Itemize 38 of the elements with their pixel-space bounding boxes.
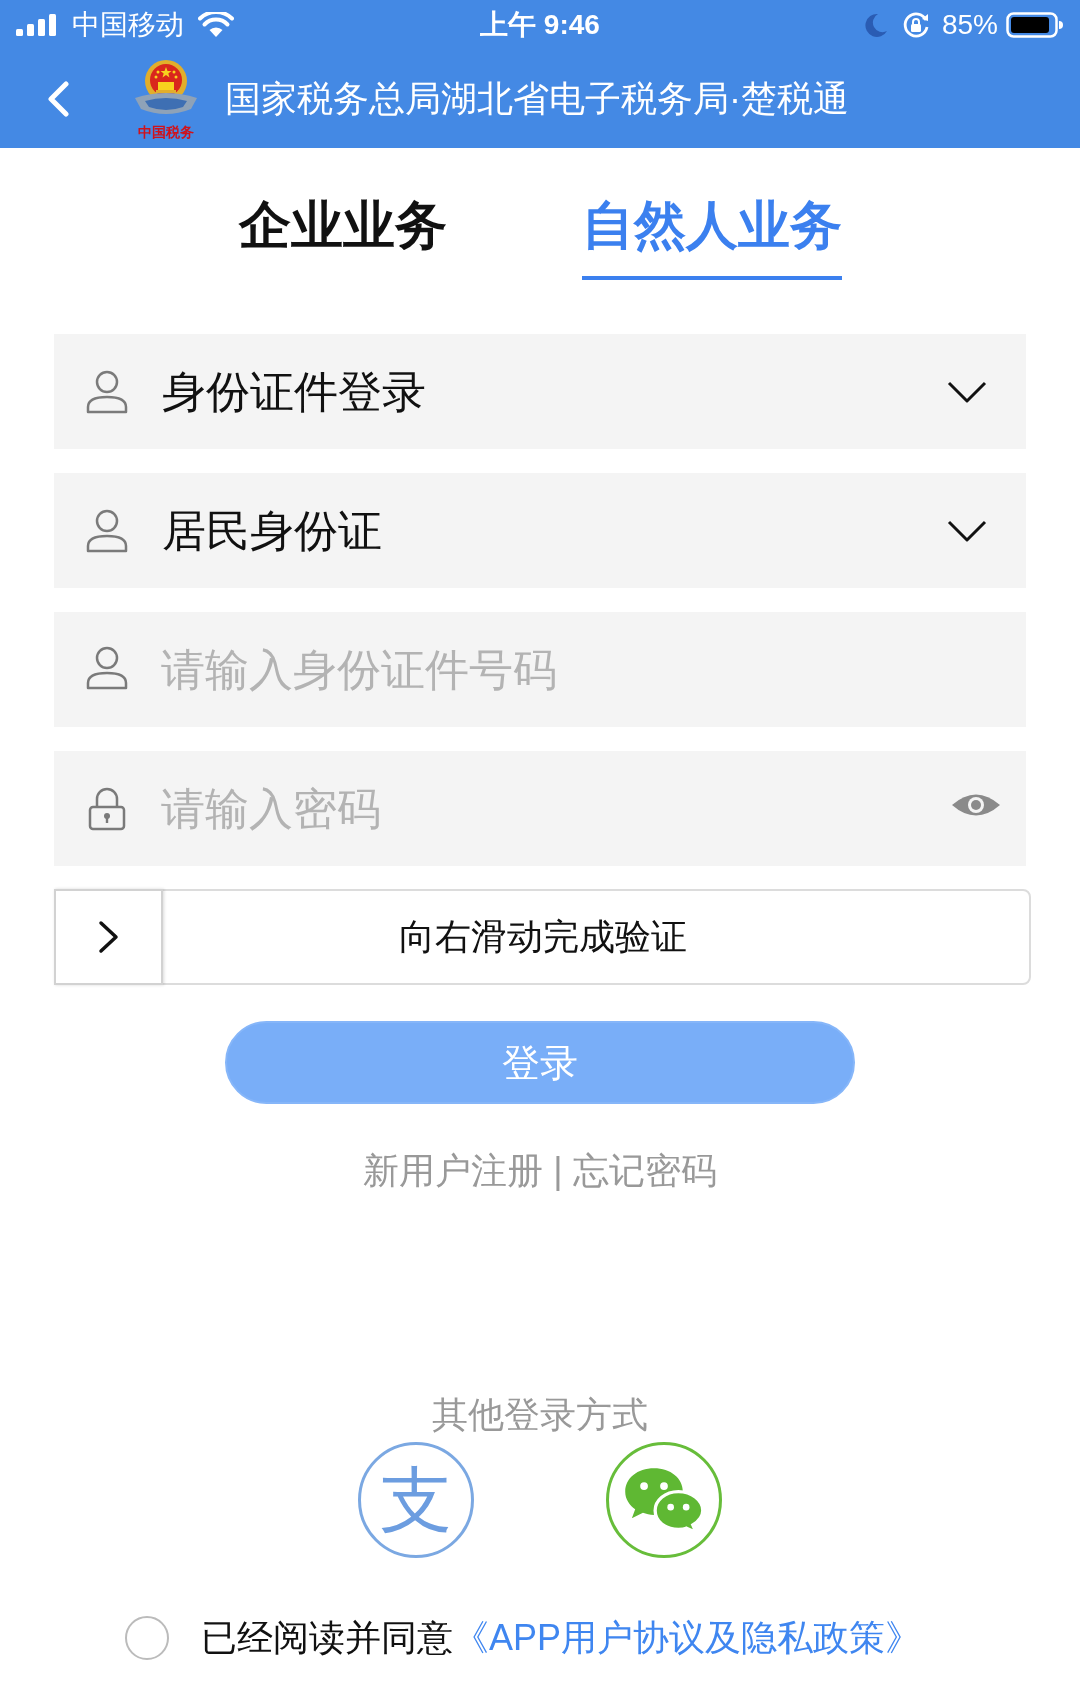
login-option-button[interactable] [606,1442,722,1558]
agreement-link[interactable]: 《APP用户协议及隐私政策》 [453,1617,922,1658]
chevron-down-icon [947,518,987,543]
page-title: 国家税务总局湖北省电子税务局·楚税通 [225,77,849,121]
tab[interactable]: 企业业务 [238,195,447,280]
carrier-name: 中国移动 [72,8,184,42]
agreement-text: 已经阅读并同意《APP用户协议及隐私政策》 [201,1616,922,1660]
logo-caption: 中国税务 [137,124,194,140]
battery-percent: 85% [941,8,998,42]
agreement-radio[interactable] [125,1616,169,1660]
person-icon [85,369,129,414]
person-icon [85,508,129,553]
slider-hint: 向右滑动完成验证 [398,915,687,959]
battery-icon [1006,12,1064,38]
dropdown-field[interactable]: 身份证件登录 [54,334,1026,449]
dropdown-field[interactable]: 居民身份证 [54,473,1026,588]
moon-icon [863,13,888,37]
wifi-icon [198,12,234,38]
other-login-title: 其他登录方式 [432,1393,648,1437]
input-field[interactable]: 请输入身份证件号码 [54,612,1026,727]
text-link[interactable]: 忘记密码 [572,1146,717,1196]
password-field[interactable]: 请输入密码 [54,751,1026,866]
link-separator: | [553,1149,563,1193]
signal-bars-icon [16,14,58,36]
login-button[interactable]: 登录 [225,1021,855,1104]
login-option-button[interactable]: 支 [358,1442,474,1558]
tab[interactable]: 自然人业务 [581,195,842,280]
back-icon [46,81,70,117]
status-time: 上午 9:46 [480,8,600,42]
eye-icon[interactable] [951,792,1001,818]
text-link[interactable]: 新用户注册 [363,1146,544,1196]
lock-icon [87,787,127,831]
rotation-lock-icon [901,11,930,39]
slider-track[interactable]: 向右滑动完成验证 [54,889,1031,985]
slider-handle[interactable] [54,889,163,985]
chevron-down-icon [947,379,987,404]
chevron-right-icon [97,920,120,954]
person-icon [85,646,129,690]
